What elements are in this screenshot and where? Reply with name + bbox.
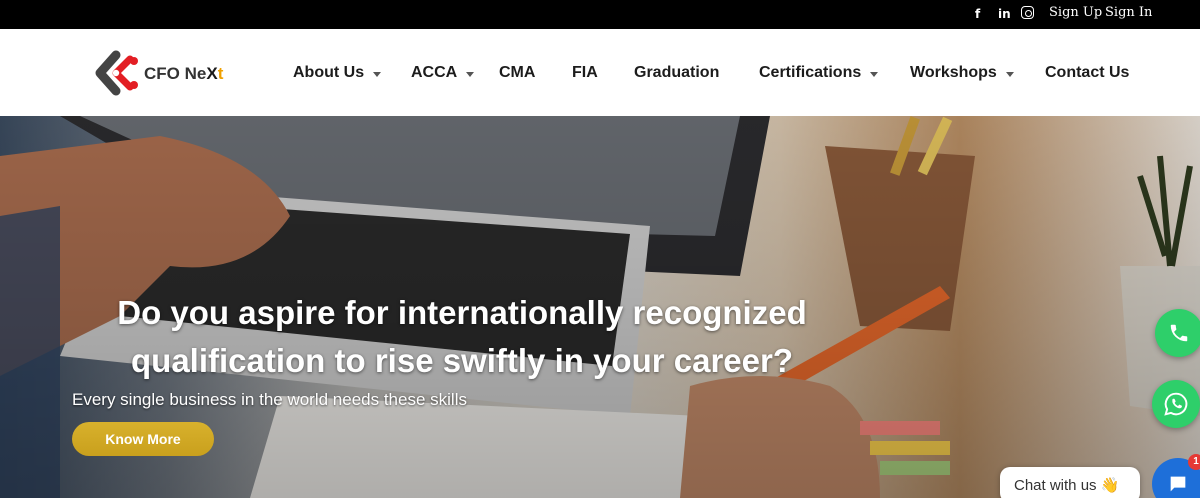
nav-item-cma[interactable]: CMA <box>499 64 535 82</box>
nav-item-about-us[interactable]: About Us <box>293 64 382 82</box>
call-button[interactable] <box>1155 309 1200 357</box>
nav-label: Workshops <box>910 64 997 81</box>
chevron-down-icon <box>1005 71 1014 77</box>
sign-in-link[interactable]: Sign In <box>1105 5 1152 20</box>
chevron-down-icon <box>373 71 382 77</box>
hero-subtext: Every single business in the world needs… <box>72 390 467 409</box>
notification-badge: 1 <box>1188 454 1200 470</box>
nav-label: Certifications <box>759 64 862 81</box>
nav-label: ACCA <box>411 64 458 81</box>
nav-item-certifications[interactable]: Certifications <box>759 64 879 82</box>
facebook-icon[interactable]: f <box>975 6 980 22</box>
nav-label: Contact Us <box>1045 64 1130 81</box>
site-header: CFO NeXt About Us ACCA CMA FIA Graduatio… <box>0 29 1200 116</box>
top-bar: f in Sign Up Sign In <box>0 0 1200 29</box>
logo-mark-icon <box>95 50 138 96</box>
whatsapp-icon <box>1164 392 1188 416</box>
nav-item-fia[interactable]: FIA <box>572 64 598 82</box>
nav-label: CMA <box>499 64 536 81</box>
nav-item-graduation[interactable]: Graduation <box>634 64 719 82</box>
brand-logo[interactable]: CFO NeXt <box>90 49 250 97</box>
nav-label: About Us <box>293 64 365 81</box>
wave-icon: 👋 <box>1100 477 1120 494</box>
brand-name: CFO NeXt <box>144 64 224 83</box>
nav-label: FIA <box>572 64 598 81</box>
nav-item-contact-us[interactable]: Contact Us <box>1045 64 1129 82</box>
chevron-down-icon <box>870 71 879 77</box>
hero-banner: Do you aspire for internationally recogn… <box>0 116 1200 498</box>
hero-headline: Do you aspire for internationally recogn… <box>117 294 807 379</box>
nav-item-workshops[interactable]: Workshops <box>910 64 1014 82</box>
linkedin-icon[interactable]: in <box>998 6 1011 22</box>
whatsapp-button[interactable] <box>1152 380 1200 428</box>
know-more-button[interactable]: Know More <box>72 422 214 456</box>
nav-label: Graduation <box>634 64 720 81</box>
sign-up-link[interactable]: Sign Up <box>1049 5 1102 20</box>
phone-icon <box>1170 324 1188 342</box>
chat-icon <box>1170 476 1186 492</box>
nav-item-acca[interactable]: ACCA <box>411 64 475 82</box>
chat-prompt[interactable]: Chat with us 👋 <box>1000 467 1140 498</box>
instagram-icon[interactable] <box>1021 6 1034 19</box>
chat-prompt-label: Chat with us <box>1014 477 1097 494</box>
chevron-down-icon <box>466 71 475 77</box>
